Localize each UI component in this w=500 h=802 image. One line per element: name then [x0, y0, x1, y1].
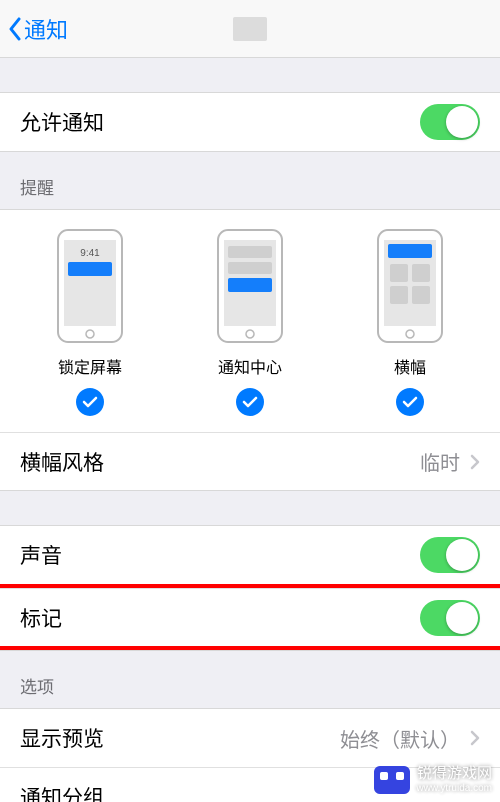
banner-style-label: 横幅风格: [20, 447, 104, 477]
banners-icon: [376, 228, 444, 344]
svg-text:9:41: 9:41: [80, 248, 100, 259]
watermark-url: www.ytruida.com: [416, 783, 492, 794]
spacer: [0, 491, 500, 525]
header-title-blurred: [233, 17, 267, 41]
alert-style-check: [76, 388, 104, 416]
notification-center-icon: [216, 228, 284, 344]
chevron-right-icon: [470, 454, 480, 470]
alert-style-lock-screen[interactable]: 9:41 锁定屏幕: [10, 228, 170, 416]
highlight-annotation: 标记: [0, 584, 500, 650]
alert-style-check: [236, 388, 264, 416]
back-button[interactable]: 通知: [8, 13, 68, 45]
sound-row: 声音: [0, 526, 500, 584]
alerts-section-header: 提醒: [0, 152, 500, 209]
sound-toggle[interactable]: [420, 537, 480, 573]
alert-style-notification-center[interactable]: 通知中心: [170, 228, 330, 416]
allow-notifications-row: 允许通知: [0, 93, 500, 151]
lock-screen-icon: 9:41: [56, 228, 124, 344]
badge-label: 标记: [20, 603, 62, 633]
chevron-right-icon: [470, 730, 480, 746]
show-preview-label: 显示预览: [20, 723, 104, 753]
alert-style-check: [396, 388, 424, 416]
banner-style-row[interactable]: 横幅风格 临时: [0, 432, 500, 490]
badge-toggle[interactable]: [420, 600, 480, 636]
watermark: 锐得游戏网 www.ytruida.com: [374, 766, 492, 794]
alerts-group: 9:41 锁定屏幕 通知中心: [0, 209, 500, 491]
watermark-logo-icon: [374, 766, 410, 794]
badge-row: 标记: [0, 588, 500, 646]
show-preview-value: 始终（默认）: [340, 724, 480, 753]
allow-notifications-label: 允许通知: [20, 107, 104, 137]
sound-badge-group: 声音 标记: [0, 525, 500, 651]
banner-style-value: 临时: [420, 447, 480, 476]
back-label: 通知: [24, 13, 68, 45]
alert-style-label: 横幅: [394, 354, 426, 378]
notification-grouping-label: 通知分组: [20, 782, 104, 802]
watermark-name: 锐得游戏网: [417, 766, 492, 783]
options-section-header: 选项: [0, 651, 500, 708]
alert-style-label: 通知中心: [218, 354, 282, 378]
alert-styles-row: 9:41 锁定屏幕 通知中心: [0, 210, 500, 432]
checkmark-icon: [82, 396, 98, 408]
chevron-left-icon: [8, 17, 22, 41]
alert-style-label: 锁定屏幕: [58, 354, 122, 378]
allow-notifications-toggle[interactable]: [420, 104, 480, 140]
checkmark-icon: [402, 396, 418, 408]
nav-header: 通知: [0, 0, 500, 58]
sound-label: 声音: [20, 540, 62, 570]
allow-notifications-group: 允许通知: [0, 92, 500, 152]
show-preview-row[interactable]: 显示预览 始终（默认）: [0, 709, 500, 767]
alert-style-banners[interactable]: 横幅: [330, 228, 490, 416]
checkmark-icon: [242, 396, 258, 408]
spacer: [0, 58, 500, 92]
